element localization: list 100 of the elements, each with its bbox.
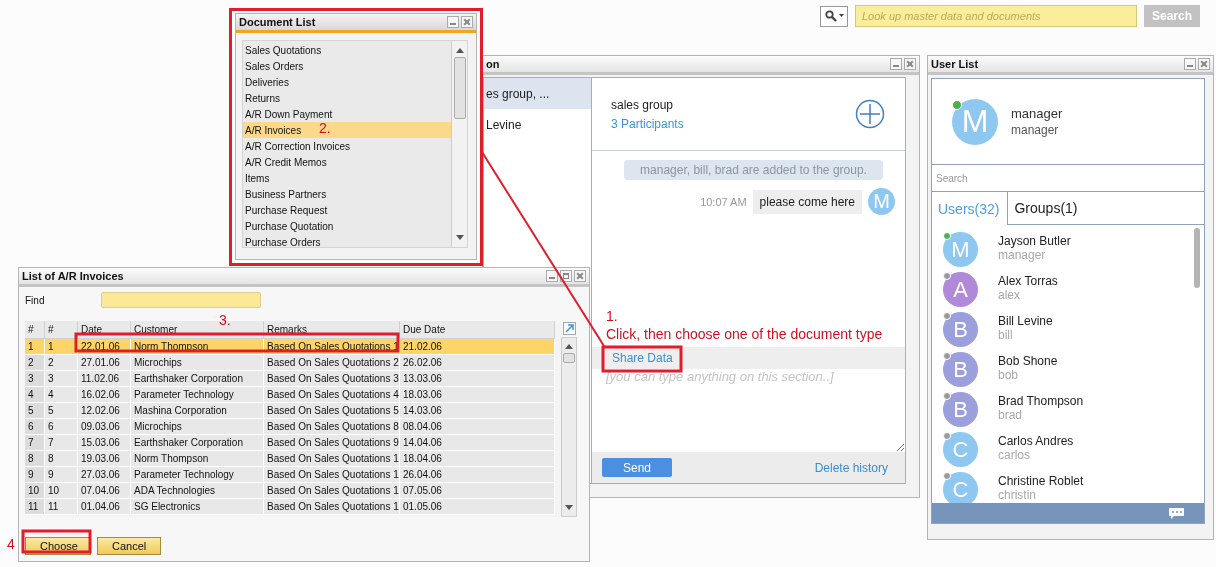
table-cell: 11	[45, 499, 78, 515]
table-cell: ADA Technologies	[131, 483, 264, 499]
table-row[interactable]: 5 5 12.02.06 Mashina Corporation Based On Sales Quotations 5 14.03.06	[25, 403, 561, 419]
table-cell: 27.03.06	[78, 467, 131, 483]
list-item[interactable]: Sales Quotations	[243, 42, 451, 58]
user-avatar: B	[943, 352, 978, 387]
cancel-button[interactable]: Cancel	[97, 537, 162, 555]
table-row[interactable]: 11 11 01.04.06 SG Electronics Based On Sales Quotations 1 01.05.06	[25, 499, 561, 515]
minimize-icon[interactable]	[1184, 58, 1196, 70]
table-cell: 1	[25, 339, 45, 355]
search-field[interactable]: Look up master data and documents	[855, 5, 1137, 27]
table-cell: 01.05.06	[400, 499, 555, 515]
conversation-item[interactable]: Levine	[484, 109, 591, 140]
user-name[interactable]: Carlos Andres	[998, 434, 1074, 448]
conversation-item[interactable]: es group, ...	[484, 78, 591, 109]
table-cell: Earthshaker Corporation	[131, 435, 264, 451]
list-item[interactable]: Purchase Orders	[243, 234, 451, 250]
minimize-icon[interactable]	[890, 58, 902, 70]
table-row[interactable]: 8 8 19.03.06 Norm Thompson Based On Sales Quotations 1 18.04.06	[25, 451, 561, 467]
close-icon[interactable]	[574, 270, 586, 282]
scrollbar[interactable]	[561, 337, 577, 517]
table-cell: 4	[25, 387, 45, 403]
search-menu-button[interactable]	[820, 5, 848, 27]
list-item[interactable]: Sales Orders	[243, 58, 451, 74]
user-avatar: C	[943, 432, 978, 467]
column-header[interactable]: #	[25, 321, 45, 339]
plus-circle-icon[interactable]	[855, 99, 885, 129]
table-cell: Based On Sales Quotations 2	[264, 355, 400, 371]
instruction-text: Click, then choose one of the document type	[606, 327, 883, 341]
table-cell: 5	[25, 403, 45, 419]
table-cell: 07.04.06	[78, 483, 131, 499]
table-row[interactable]: 7 7 15.03.06 Earthshaker Corporation Based On Sales Quotations 9 14.04.06	[25, 435, 561, 451]
search-icon	[824, 9, 838, 23]
minimize-icon[interactable]	[546, 270, 558, 282]
table-cell: 11.02.06	[78, 371, 131, 387]
window-title: on	[486, 58, 501, 70]
minimize-icon[interactable]	[447, 16, 459, 28]
user-name[interactable]: Alex Torras	[998, 274, 1058, 288]
table-cell: Earthshaker Corporation	[131, 371, 264, 387]
table-cell: 7	[25, 435, 45, 451]
table-row[interactable]: 9 9 27.03.06 Parameter Technology Based On Sales Quotations 1 26.04.06	[25, 467, 561, 483]
table-cell: 9	[25, 467, 45, 483]
table-cell: 11	[25, 499, 45, 515]
list-item[interactable]: A/R Correction Invoices	[243, 138, 451, 154]
user-avatar: A	[943, 272, 978, 307]
table-cell: 12.02.06	[78, 403, 131, 419]
table-cell: Norm Thompson	[131, 451, 264, 467]
table-row[interactable]: 3 3 11.02.06 Earthshaker Corporation Based On Sales Quotations 3 13.03.06	[25, 371, 561, 387]
user-name[interactable]: Bill Levine	[998, 314, 1053, 328]
user-name[interactable]: Jayson Butler	[998, 234, 1071, 248]
close-icon[interactable]	[1198, 58, 1210, 70]
window-title: User List	[931, 58, 980, 70]
table-cell: SG Electronics	[131, 499, 264, 515]
table-cell: 3	[25, 371, 45, 387]
table-row[interactable]: 10 10 07.04.06 ADA Technologies Based On Sales Quotations 1 07.05.06	[25, 483, 561, 499]
expand-arrow-icon[interactable]	[562, 322, 576, 335]
scrollbar[interactable]	[1194, 228, 1200, 288]
table-cell: 5	[45, 403, 78, 419]
table-cell: 8	[45, 451, 78, 467]
close-icon[interactable]	[461, 16, 473, 28]
table-cell: Based On Sales Quotations 1	[264, 483, 400, 499]
table-row[interactable]: 6 6 09.03.06 Microchips Based On Sales Quotations 8 08.04.06	[25, 419, 561, 435]
user-name[interactable]: Bob Shone	[998, 354, 1058, 368]
list-item[interactable]: Purchase Quotation	[243, 218, 451, 234]
table-cell: Based On Sales Quotations 4	[264, 387, 400, 403]
table-cell: Mashina Corporation	[131, 403, 264, 419]
scrollbar-thumb[interactable]	[453, 57, 466, 119]
table-cell: 18.03.06	[400, 387, 555, 403]
find-label: Find	[25, 294, 45, 306]
table-row[interactable]: 4 4 16.02.06 Parameter Technology Based On Sales Quotations 4 18.03.06	[25, 387, 561, 403]
table-cell: 15.03.06	[78, 435, 131, 451]
list-item[interactable]: Purchase Request	[243, 202, 451, 218]
scroll-down-icon[interactable]	[455, 235, 464, 240]
find-field[interactable]	[101, 292, 262, 308]
table-cell: Microchips	[131, 355, 264, 371]
table-cell: Parameter Technology	[131, 387, 264, 403]
table-cell: 8	[25, 451, 45, 467]
scrollbar[interactable]	[451, 41, 467, 247]
list-item[interactable]: Returns	[243, 90, 451, 106]
system-message: manager, bill, brad are added to the group.	[624, 160, 883, 180]
list-item[interactable]: Items	[243, 170, 451, 186]
chat-icon[interactable]	[1169, 507, 1184, 519]
table-cell: 10	[45, 483, 78, 499]
list-item[interactable]: Deliveries	[243, 74, 451, 90]
table-row[interactable]: 2 2 27.01.06 Microchips Based On Sales Quotations 2 26.02.06	[25, 355, 561, 371]
list-item[interactable]: Business Partners	[243, 186, 451, 202]
close-icon[interactable]	[904, 58, 916, 70]
user-name[interactable]: Christine Roblet	[998, 474, 1084, 488]
list-item[interactable]: A/R Credit Memos	[243, 154, 451, 170]
table-cell: Based On Sales Quotations 1	[264, 499, 400, 515]
scroll-down-icon[interactable]	[565, 505, 573, 510]
table-cell: Based On Sales Quotations 1	[264, 451, 400, 467]
table-cell: Based On Sales Quotations 3	[264, 371, 400, 387]
column-header[interactable]: #	[45, 321, 78, 339]
user-login: brad	[998, 408, 1024, 422]
window-title: List of A/R Invoices	[22, 270, 125, 282]
column-header[interactable]: Due Date	[400, 321, 555, 339]
user-name[interactable]: Brad Thompson	[998, 394, 1084, 408]
list-item[interactable]: A/R Down Payment	[243, 106, 451, 122]
scrollbar-thumb[interactable]	[563, 353, 575, 363]
